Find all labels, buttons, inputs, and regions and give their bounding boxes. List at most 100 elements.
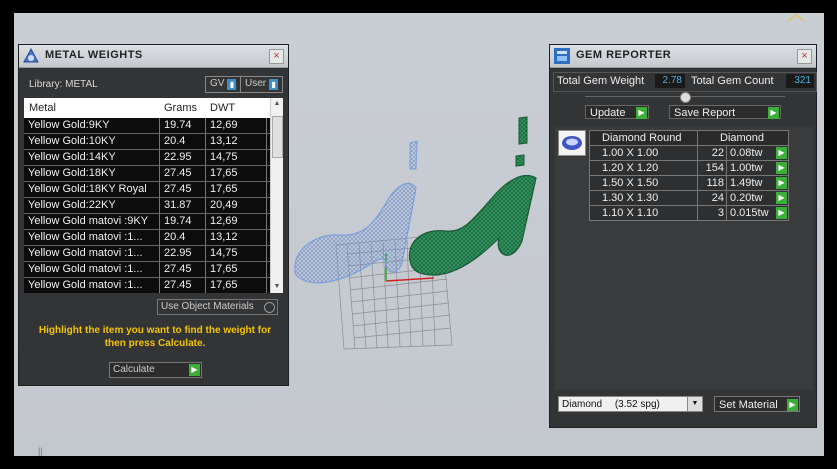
metal-table-scrollbar[interactable]: ▲ ▼: [270, 98, 283, 293]
dwt-cell: 17,65: [210, 279, 238, 291]
table-row[interactable]: 1.00 X 1.00 22 0.08tw ▶: [589, 146, 789, 161]
gem-row-arrow-icon[interactable]: ▶: [776, 192, 787, 204]
table-row[interactable]: 1.20 X 1.20 154 1.00tw ▶: [589, 161, 789, 176]
grams-cell: 27.45: [164, 167, 192, 179]
table-row[interactable]: 1.50 X 1.50 118 1.49tw ▶: [589, 176, 789, 191]
dwt-cell: 17,65: [210, 263, 238, 275]
metal-close-icon[interactable]: ×: [269, 49, 284, 64]
collapse-toggle-icon[interactable]: [680, 92, 691, 103]
calculate-arrow-icon: ▶: [189, 364, 200, 376]
metal-rows: Yellow Gold:9KY 19.74 12,69 Yellow Gold:10K…: [24, 118, 283, 293]
set-material-label: Set Material: [719, 399, 778, 411]
calculate-button[interactable]: Calculate ▶: [109, 362, 202, 378]
round-diamond-icon[interactable]: [558, 130, 586, 156]
grams-cell: 27.45: [164, 279, 192, 291]
col-dwt-header[interactable]: DWT: [210, 102, 235, 114]
gem-weight-cell: 0.20tw: [730, 192, 763, 204]
col-metal-header[interactable]: Metal: [29, 102, 56, 114]
gem-count-cell: 24: [711, 192, 724, 204]
save-report-button[interactable]: Save Report ▶: [669, 105, 781, 119]
col-grams-header[interactable]: Grams: [164, 102, 197, 114]
gem-size-cell: 1.00 X 1.00: [602, 147, 659, 159]
gem-weight-cell: 1.00tw: [730, 162, 763, 174]
use-object-materials-toggle[interactable]: Use Object Materials: [157, 299, 278, 315]
x-axis-line: [385, 277, 435, 282]
gem-reporter-titlebar[interactable]: GEM REPORTER ×: [550, 45, 816, 68]
table-row[interactable]: Yellow Gold:18KY 27.45 17,65: [24, 166, 283, 182]
table-row[interactable]: Yellow Gold matovi :9KY 19.74 12,69: [24, 214, 283, 230]
gem-count-cell: 3: [717, 207, 724, 219]
metal-name-cell: Yellow Gold matovi :1...: [28, 279, 143, 291]
gv-label: GV: [210, 78, 225, 89]
gem-row-arrow-icon[interactable]: ▶: [776, 207, 787, 219]
metal-name-cell: Yellow Gold:14KY: [28, 151, 116, 163]
user-label: User: [245, 78, 267, 89]
dwt-cell: 17,65: [210, 167, 238, 179]
user-arrow-icon: ▮: [269, 79, 279, 90]
gem-row-arrow-icon[interactable]: ▶: [776, 162, 787, 174]
total-gem-weight-label: Total Gem Weight: [557, 75, 645, 87]
gem-close-icon[interactable]: ×: [797, 49, 812, 64]
gem-table[interactable]: Diamond Round Diamond 1.00 X 1.00 22 0.08t…: [589, 130, 789, 221]
chevron-down-icon[interactable]: ▼: [687, 397, 702, 411]
material-select-value: Diamond: [562, 399, 603, 410]
table-row[interactable]: Yellow Gold matovi :1... 22.95 14,75: [24, 246, 283, 262]
save-report-arrow-icon: ▶: [768, 107, 779, 119]
metal-name-cell: Yellow Gold:10KY: [28, 135, 116, 147]
user-toggle-button[interactable]: User ▮: [240, 76, 284, 93]
viewport-status-mark: ||: [38, 446, 43, 456]
dwt-cell: 12,69: [210, 215, 238, 227]
gem-reporter-title: GEM REPORTER: [576, 49, 672, 61]
dwt-cell: 13,12: [210, 231, 238, 243]
table-row[interactable]: 1.10 X 1.10 3 0.015tw ▶: [589, 206, 789, 221]
gem-list-area: Diamond Round Diamond 1.00 X 1.00 22 0.08t…: [555, 127, 813, 389]
gem-row-arrow-icon[interactable]: ▶: [776, 177, 787, 189]
update-label: Update: [590, 107, 626, 119]
metal-name-cell: Yellow Gold:9KY: [28, 119, 110, 131]
grams-cell: 20.4: [164, 135, 186, 147]
gem-reporter-panel: GEM REPORTER × Total Gem Weight 2.78 Tot…: [549, 44, 817, 428]
metal-weights-titlebar[interactable]: METAL WEIGHTS ×: [19, 45, 288, 68]
table-row[interactable]: Yellow Gold:18KY Royal 27.45 17,65: [24, 182, 283, 198]
table-row[interactable]: Yellow Gold:9KY 19.74 12,69: [24, 118, 283, 134]
metal-weights-title: METAL WEIGHTS: [45, 49, 143, 61]
scroll-up-icon[interactable]: ▲: [271, 98, 283, 110]
dwt-cell: 17,65: [210, 183, 238, 195]
update-button[interactable]: Update ▶: [585, 105, 649, 119]
metal-table[interactable]: Metal Grams DWT Yellow Gold:9KY 19.74 12,6…: [24, 98, 283, 293]
3d-viewport[interactable]: || METAL WEIGHTS × Library: METAL GV ▮ Us…: [14, 13, 824, 456]
table-row[interactable]: 1.30 X 1.30 24 0.20tw ▶: [589, 191, 789, 206]
gem-size-cell: 1.10 X 1.10: [602, 207, 659, 219]
col-diamond-header: Diamond: [720, 132, 765, 144]
table-row[interactable]: Yellow Gold:14KY 22.95 14,75: [24, 150, 283, 166]
metal-weights-icon: [22, 47, 40, 65]
use-object-materials-label: Use Object Materials: [161, 301, 254, 312]
gem-weight-cell: 0.08tw: [730, 147, 763, 159]
update-arrow-icon: ▶: [636, 107, 647, 119]
gem-rows: 1.00 X 1.00 22 0.08tw ▶ 1.20 X 1.20 154 1.00tw…: [589, 146, 789, 221]
gem-size-cell: 1.50 X 1.50: [602, 177, 659, 189]
metal-table-header: Metal Grams DWT: [24, 98, 283, 118]
gem-count-cell: 22: [711, 147, 724, 159]
gv-toggle-button[interactable]: GV ▮: [205, 76, 242, 93]
table-row[interactable]: Yellow Gold:10KY 20.4 13,12: [24, 134, 283, 150]
scroll-thumb[interactable]: [272, 116, 283, 158]
viewport-corner-indicator: [786, 13, 806, 22]
gem-row-arrow-icon[interactable]: ▶: [776, 147, 787, 159]
set-material-button[interactable]: Set Material ▶: [714, 396, 800, 412]
dwt-cell: 13,12: [210, 135, 238, 147]
blue-letter-model[interactable]: [294, 140, 418, 284]
dwt-cell: 14,75: [210, 151, 238, 163]
col-diamond-round-header: Diamond Round: [602, 132, 682, 144]
metal-weights-panel: METAL WEIGHTS × Library: METAL GV ▮ User ▮…: [18, 44, 289, 386]
table-row[interactable]: Yellow Gold matovi :1... 20.4 13,12: [24, 230, 283, 246]
scroll-down-icon[interactable]: ▼: [271, 281, 283, 293]
gem-reporter-icon: [553, 47, 571, 65]
table-row[interactable]: Yellow Gold matovi :1... 27.45 17,65: [24, 278, 283, 293]
save-report-label: Save Report: [674, 107, 736, 119]
green-letter-model[interactable]: [408, 116, 537, 276]
table-row[interactable]: Yellow Gold:22KY 31.87 20,49: [24, 198, 283, 214]
grams-cell: 19.74: [164, 215, 192, 227]
material-select[interactable]: Diamond (3.52 spg) ▼: [558, 396, 703, 412]
table-row[interactable]: Yellow Gold matovi :1... 27.45 17,65: [24, 262, 283, 278]
